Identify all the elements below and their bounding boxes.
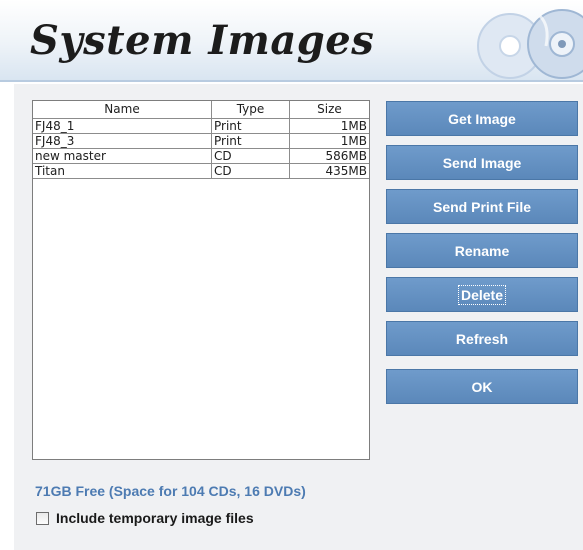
- row-name: FJ48_1: [33, 119, 212, 134]
- page-title: System Images: [30, 17, 375, 64]
- row-name: FJ48_3: [33, 134, 212, 149]
- row-name: Titan: [33, 164, 212, 179]
- header-banner: System Images: [0, 0, 583, 82]
- table-row[interactable]: new master CD 586MB: [33, 149, 369, 164]
- list-header: Name Type Size: [33, 101, 369, 119]
- delete-button-label: Delete: [457, 284, 507, 305]
- row-size: 435MB: [290, 164, 369, 179]
- get-image-button[interactable]: Get Image: [386, 101, 578, 136]
- table-row[interactable]: FJ48_1 Print 1MB: [33, 119, 369, 134]
- row-name: new master: [33, 149, 212, 164]
- delete-button[interactable]: Delete: [386, 277, 578, 312]
- table-row[interactable]: FJ48_3 Print 1MB: [33, 134, 369, 149]
- include-temp-option[interactable]: Include temporary image files: [36, 510, 254, 526]
- row-type: Print: [212, 119, 290, 134]
- row-size: 1MB: [290, 119, 369, 134]
- send-image-button[interactable]: Send Image: [386, 145, 578, 180]
- rename-button[interactable]: Rename: [386, 233, 578, 268]
- refresh-button[interactable]: Refresh: [386, 321, 578, 356]
- row-type: CD: [212, 149, 290, 164]
- row-size: 586MB: [290, 149, 369, 164]
- row-type: Print: [212, 134, 290, 149]
- column-header-type[interactable]: Type: [212, 101, 290, 118]
- row-type: CD: [212, 164, 290, 179]
- row-size: 1MB: [290, 134, 369, 149]
- ok-button[interactable]: OK: [386, 369, 578, 404]
- column-header-name[interactable]: Name: [33, 101, 212, 118]
- disc-icon: [477, 9, 583, 79]
- send-print-file-button[interactable]: Send Print File: [386, 189, 578, 224]
- images-list[interactable]: Name Type Size FJ48_1 Print 1MB FJ48_3 P…: [32, 100, 370, 460]
- include-temp-checkbox[interactable]: [36, 511, 49, 525]
- include-temp-label[interactable]: Include temporary image files: [56, 510, 254, 526]
- column-header-size[interactable]: Size: [290, 101, 369, 118]
- free-space-status: 71GB Free (Space for 104 CDs, 16 DVDs): [35, 483, 306, 499]
- table-row[interactable]: Titan CD 435MB: [33, 164, 369, 179]
